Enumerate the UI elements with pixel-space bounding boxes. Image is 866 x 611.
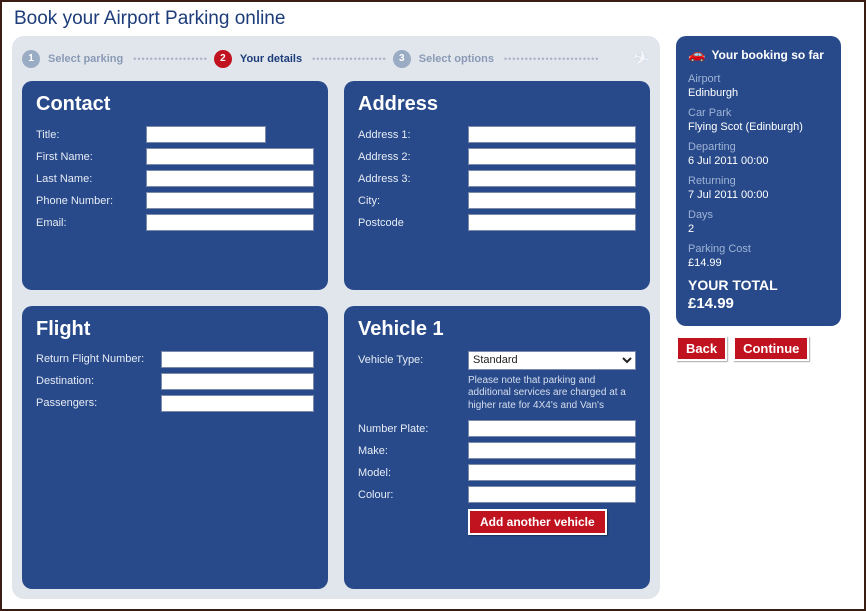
progress-stepper: 1 Select parking •••••••••••••••••• 2 Yo… — [22, 46, 650, 81]
plate-input[interactable] — [468, 420, 636, 437]
cost-value: £14.99 — [688, 257, 829, 269]
colour-input[interactable] — [468, 486, 636, 503]
destination-input[interactable] — [161, 373, 314, 390]
make-label: Make: — [358, 445, 468, 457]
step-3[interactable]: 3 Select options — [393, 50, 498, 68]
phone-label: Phone Number: — [36, 195, 146, 207]
cost-label: Parking Cost — [688, 243, 829, 255]
address2-label: Address 2: — [358, 151, 468, 163]
contact-heading: Contact — [36, 93, 314, 116]
vehicle-panel: Vehicle 1 Vehicle Type: Standard Please … — [344, 306, 650, 589]
flight-heading: Flight — [36, 318, 314, 341]
page-title: Book your Airport Parking online — [12, 8, 854, 30]
step-2-label: Your details — [240, 53, 302, 65]
vehicle-note: Please note that parking and additional … — [468, 375, 636, 413]
title-label: Title: — [36, 129, 146, 141]
colour-label: Colour: — [358, 489, 468, 501]
days-value: 2 — [688, 223, 829, 235]
email-input[interactable] — [146, 214, 314, 231]
contact-panel: Contact Title: First Name: Last Name: — [22, 81, 328, 290]
returning-label: Returning — [688, 175, 829, 187]
email-label: Email: — [36, 217, 146, 229]
plane-icon: ✈ — [630, 44, 654, 73]
return-flight-label: Return Flight Number: — [36, 353, 161, 365]
passengers-label: Passengers: — [36, 397, 161, 409]
departing-label: Departing — [688, 141, 829, 153]
step-1-label: Select parking — [48, 53, 123, 65]
first-name-input[interactable] — [146, 148, 314, 165]
last-name-label: Last Name: — [36, 173, 146, 185]
total-value: £14.99 — [688, 295, 829, 312]
city-label: City: — [358, 195, 468, 207]
address-panel: Address Address 1: Address 2: Address 3: — [344, 81, 650, 290]
address1-label: Address 1: — [358, 129, 468, 141]
add-vehicle-button[interactable]: Add another vehicle — [468, 509, 607, 535]
last-name-input[interactable] — [146, 170, 314, 187]
continue-button[interactable]: Continue — [733, 336, 809, 361]
form-container: 1 Select parking •••••••••••••••••• 2 Yo… — [12, 36, 660, 599]
postcode-label: Postcode — [358, 217, 468, 229]
passengers-input[interactable] — [161, 395, 314, 412]
title-input[interactable] — [146, 126, 266, 143]
booking-summary: 🚗 Your booking so far Airport Edinburgh … — [676, 36, 841, 326]
step-3-num: 3 — [393, 50, 411, 68]
departing-value: 6 Jul 2011 00:00 — [688, 155, 829, 167]
model-input[interactable] — [468, 464, 636, 481]
make-input[interactable] — [468, 442, 636, 459]
step-2-num: 2 — [214, 50, 232, 68]
carpark-label: Car Park — [688, 107, 829, 119]
step-1[interactable]: 1 Select parking — [22, 50, 127, 68]
phone-input[interactable] — [146, 192, 314, 209]
vehicle-type-label: Vehicle Type: — [358, 354, 468, 366]
vehicle-heading: Vehicle 1 — [358, 318, 636, 341]
step-1-num: 1 — [22, 50, 40, 68]
address-heading: Address — [358, 93, 636, 116]
return-flight-input[interactable] — [161, 351, 314, 368]
step-3-label: Select options — [419, 53, 494, 65]
step-divider: •••••••••••••••••• — [312, 54, 387, 64]
car-icon: 🚗 — [688, 46, 705, 63]
address3-label: Address 3: — [358, 173, 468, 185]
first-name-label: First Name: — [36, 151, 146, 163]
model-label: Model: — [358, 467, 468, 479]
step-2[interactable]: 2 Your details — [214, 50, 306, 68]
total-label: YOUR TOTAL — [688, 277, 829, 293]
airport-label: Airport — [688, 73, 829, 85]
address1-input[interactable] — [468, 126, 636, 143]
destination-label: Destination: — [36, 375, 161, 387]
airport-value: Edinburgh — [688, 87, 829, 99]
days-label: Days — [688, 209, 829, 221]
back-button[interactable]: Back — [676, 336, 727, 361]
step-divider: •••••••••••••••••• — [133, 54, 208, 64]
postcode-input[interactable] — [468, 214, 636, 231]
plate-label: Number Plate: — [358, 423, 468, 435]
address3-input[interactable] — [468, 170, 636, 187]
step-divider: ••••••••••••••••••••••• — [504, 54, 599, 64]
city-input[interactable] — [468, 192, 636, 209]
carpark-value: Flying Scot (Edinburgh) — [688, 121, 829, 133]
returning-value: 7 Jul 2011 00:00 — [688, 189, 829, 201]
flight-panel: Flight Return Flight Number: Destination… — [22, 306, 328, 589]
vehicle-type-select[interactable]: Standard — [468, 351, 636, 370]
summary-title: Your booking so far — [711, 48, 823, 62]
address2-input[interactable] — [468, 148, 636, 165]
